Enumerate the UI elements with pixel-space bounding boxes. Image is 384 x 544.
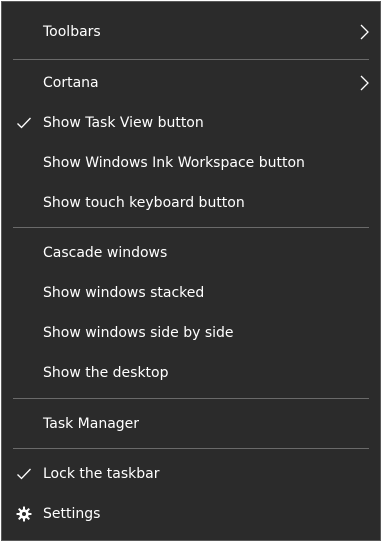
menu-item-show-touch-keyboard[interactable]: Show touch keyboard button: [2, 183, 380, 223]
menu-separator: [13, 448, 369, 449]
menu-item-label: Toolbars: [43, 24, 101, 40]
menu-item-label: Show touch keyboard button: [43, 195, 245, 211]
gear-icon: [14, 504, 34, 524]
chevron-right-icon: [360, 75, 369, 91]
menu-separator: [13, 59, 369, 60]
menu-item-lock-taskbar[interactable]: Lock the taskbar: [2, 454, 380, 494]
menu-item-cortana[interactable]: Cortana: [2, 63, 380, 103]
checkmark-icon: [14, 113, 34, 133]
menu-item-toolbars[interactable]: Toolbars: [2, 12, 380, 52]
menu-separator: [13, 227, 369, 228]
checkmark-icon: [14, 464, 34, 484]
menu-item-show-task-view[interactable]: Show Task View button: [2, 103, 380, 143]
menu-item-show-side-by-side[interactable]: Show windows side by side: [2, 313, 380, 353]
menu-separator: [13, 398, 369, 399]
menu-item-settings[interactable]: Settings: [2, 494, 380, 534]
menu-item-cascade-windows[interactable]: Cascade windows: [2, 233, 380, 273]
menu-item-show-desktop[interactable]: Show the desktop: [2, 353, 380, 393]
menu-item-task-manager[interactable]: Task Manager: [2, 404, 380, 444]
menu-item-show-stacked[interactable]: Show windows stacked: [2, 273, 380, 313]
taskbar-context-menu: Toolbars Cortana Show Task View button S…: [1, 1, 381, 541]
menu-item-label: Settings: [43, 506, 101, 522]
menu-item-label: Show Task View button: [43, 115, 204, 131]
menu-item-label: Show Windows Ink Workspace button: [43, 155, 305, 171]
menu-item-label: Lock the taskbar: [43, 466, 160, 482]
menu-item-label: Show the desktop: [43, 365, 169, 381]
menu-item-label: Task Manager: [43, 416, 140, 432]
menu-item-label: Show windows side by side: [43, 325, 234, 341]
menu-item-label: Cortana: [43, 75, 99, 91]
menu-item-label: Show windows stacked: [43, 285, 205, 301]
chevron-right-icon: [360, 24, 369, 40]
menu-item-show-ink-workspace[interactable]: Show Windows Ink Workspace button: [2, 143, 380, 183]
menu-item-label: Cascade windows: [43, 245, 168, 261]
